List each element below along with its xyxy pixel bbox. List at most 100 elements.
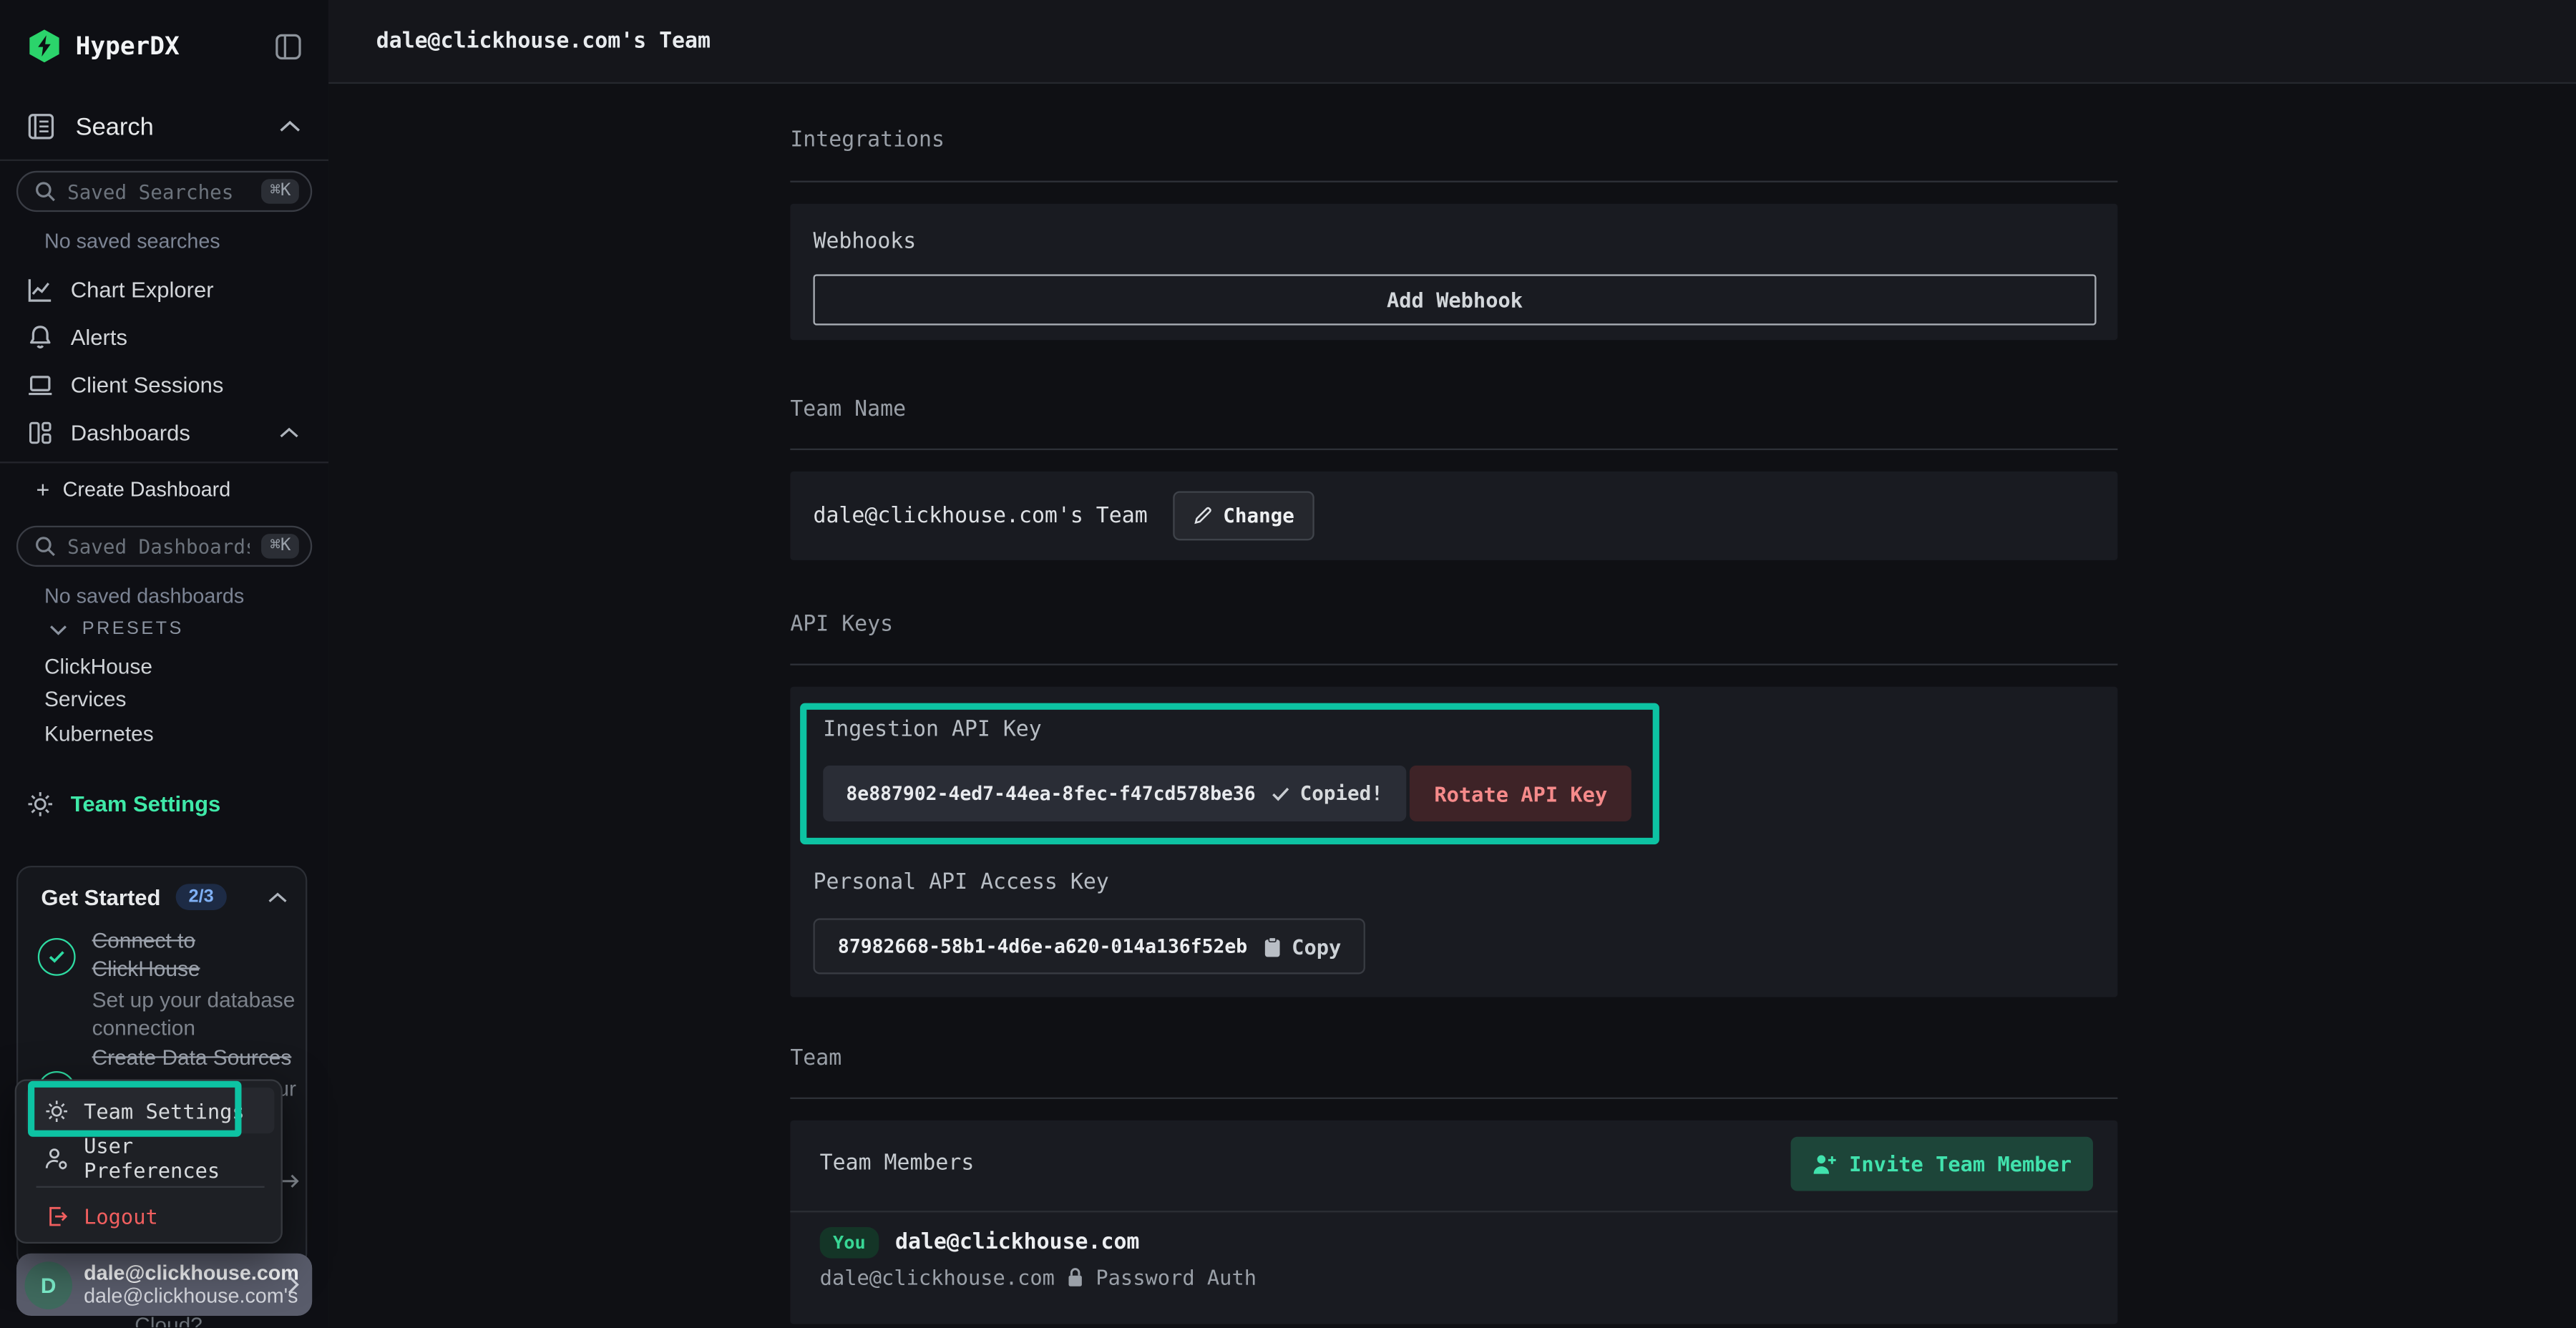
user-gear-icon <box>44 1146 69 1170</box>
team-members-card: Team Members Invite Team Member You dale… <box>790 1120 2117 1324</box>
search-section-header[interactable]: Search <box>26 112 154 141</box>
section-title-integrations: Integrations <box>790 128 945 152</box>
search-icon <box>34 535 56 557</box>
change-team-name-button[interactable]: Change <box>1172 491 1314 540</box>
chevron-down-icon <box>49 623 67 635</box>
laptop-icon <box>26 371 54 399</box>
card-divider <box>790 1211 2117 1212</box>
chevron-up-icon[interactable] <box>279 120 301 133</box>
team-settings-link-label: Team Settings <box>71 792 221 816</box>
create-dashboard-button[interactable]: + Create Dashboard <box>36 475 231 504</box>
sidebar-item-dashboards[interactable]: Dashboards <box>0 409 328 455</box>
presets-toggle[interactable]: PRESETS <box>49 620 184 640</box>
saved-searches-placeholder: Saved Searches <box>67 180 250 202</box>
preset-services[interactable]: Services <box>44 687 126 711</box>
saved-dashboards-placeholder: Saved Dashboards <box>67 534 250 557</box>
saved-dashboards-input[interactable]: Saved Dashboards ⌘K <box>16 526 312 567</box>
preset-kubernetes[interactable]: Kubernetes <box>44 721 154 746</box>
chevron-up-icon <box>268 892 288 903</box>
brand-name: HyperDX <box>76 31 180 61</box>
sidebar-item-client-sessions[interactable]: Client Sessions <box>0 361 328 407</box>
preset-clickhouse[interactable]: ClickHouse <box>44 654 152 678</box>
menu-item-team-settings[interactable]: Team Settings <box>26 1088 275 1133</box>
invite-team-member-label: Invite Team Member <box>1849 1151 2072 1176</box>
api-keys-card: Ingestion API Key 8e887902-4ed7-44ea-8fe… <box>790 687 2117 997</box>
member-auth-method: Password Auth <box>1096 1264 1257 1289</box>
menu-item-label: Logout <box>84 1204 158 1228</box>
saved-searches-input[interactable]: Saved Searches ⌘K <box>16 171 312 212</box>
ingestion-api-key-label: Ingestion API Key <box>823 718 1042 742</box>
team-members-header: Team Members <box>820 1151 975 1176</box>
search-icon <box>34 181 56 202</box>
create-dashboard-label: Create Dashboard <box>63 478 231 501</box>
sidebar-item-label: Client Sessions <box>71 372 224 396</box>
sidebar-item-team-settings[interactable]: Team Settings <box>26 790 221 818</box>
bell-icon <box>26 323 54 351</box>
section-title-team-name: Team Name <box>790 398 906 422</box>
account-name: dale@clickhouse.com <box>84 1261 276 1284</box>
account-chip[interactable]: D dale@clickhouse.com dale@clickhouse.co… <box>16 1254 312 1316</box>
sidebar-item-chart-explorer[interactable]: Chart Explorer <box>0 266 328 312</box>
section-divider <box>790 664 2117 665</box>
account-menu: Team Settings User Preferences <box>15 1079 283 1244</box>
hyperdx-logo-icon <box>28 29 61 62</box>
menu-item-logout[interactable]: Logout <box>26 1193 275 1239</box>
shortcut-badge: ⌘K <box>262 180 299 203</box>
copied-label: Copied! <box>1300 782 1383 805</box>
copy-label: Copy <box>1292 934 1341 958</box>
gear-icon <box>26 790 54 818</box>
change-button-label: Change <box>1223 504 1294 527</box>
section-title-api-keys: API Keys <box>790 612 893 637</box>
personal-api-key-chip[interactable]: 87982668-58b1-4d6e-a620-014a136f52eb Cop… <box>813 918 1365 974</box>
add-webhook-label: Add Webhook <box>1387 288 1523 312</box>
personal-api-key-label: Personal API Access Key <box>813 871 1108 895</box>
section-divider <box>790 181 2117 182</box>
task-title-line: Connect to <box>92 928 195 952</box>
user-plus-icon <box>1811 1153 1835 1176</box>
sidebar-item-label: Alerts <box>71 324 127 348</box>
sidebar-item-label: Chart Explorer <box>71 277 214 301</box>
team-name-card: dale@clickhouse.com's Team Change <box>790 472 2117 560</box>
add-webhook-button[interactable]: Add Webhook <box>813 274 2096 325</box>
member-name: dale@clickhouse.com <box>895 1229 1139 1254</box>
no-saved-searches-text: No saved searches <box>44 230 220 253</box>
chart-icon <box>26 275 54 303</box>
task-title-line: ClickHouse <box>92 956 200 980</box>
sidebar-item-alerts[interactable]: Alerts <box>0 314 328 360</box>
menu-item-user-preferences[interactable]: User Preferences <box>26 1135 275 1181</box>
personal-api-key-value: 87982668-58b1-4d6e-a620-014a136f52eb <box>838 934 1247 957</box>
ingestion-api-key-chip[interactable]: 8e887902-4ed7-44ea-8fec-f47cd578be36 Cop… <box>823 766 1406 821</box>
pencil-icon <box>1192 506 1212 526</box>
clipboard-icon <box>1264 936 1282 957</box>
webhooks-card: Webhooks Add Webhook <box>790 204 2117 341</box>
app-window: HyperDX Search Save <box>0 0 2576 1327</box>
member-row-primary: You dale@clickhouse.com <box>820 1226 1140 1259</box>
journal-icon <box>26 112 56 141</box>
presets-label: PRESETS <box>82 620 184 640</box>
search-section-label: Search <box>76 112 154 140</box>
page-title: dale@clickhouse.com's Team <box>376 29 711 53</box>
brand[interactable]: HyperDX <box>28 29 180 62</box>
collapse-sidebar-icon[interactable] <box>274 33 302 61</box>
get-started-item[interactable]: Connect to ClickHouse Set up your databa… <box>92 927 298 1042</box>
you-badge: You <box>820 1226 879 1258</box>
divider <box>0 462 328 463</box>
ingestion-api-key-value: 8e887902-4ed7-44ea-8fec-f47cd578be36 <box>846 782 1255 805</box>
divider <box>0 160 328 161</box>
task-title-line: Create Data Sources <box>92 1043 303 1071</box>
invite-team-member-button[interactable]: Invite Team Member <box>1790 1137 2093 1191</box>
member-row-secondary: dale@clickhouse.com Password Auth <box>820 1264 1257 1290</box>
rotate-api-key-label: Rotate API Key <box>1434 781 1607 806</box>
account-chip-text: dale@clickhouse.com dale@clickhouse.com'… <box>84 1261 276 1309</box>
check-circle-icon <box>38 938 76 976</box>
section-title-team: Team <box>790 1046 841 1070</box>
gear-icon <box>44 1098 69 1123</box>
logout-icon <box>44 1204 69 1228</box>
menu-divider <box>36 1186 265 1188</box>
account-subtitle: dale@clickhouse.com's <box>84 1284 276 1308</box>
rotate-api-key-button[interactable]: Rotate API Key <box>1410 766 1632 821</box>
section-divider <box>790 1098 2117 1099</box>
get-started-header[interactable]: Get Started 2/3 <box>41 884 287 910</box>
menu-item-label: Team Settings <box>84 1098 245 1123</box>
page-header: dale@clickhouse.com's Team <box>328 0 2576 84</box>
